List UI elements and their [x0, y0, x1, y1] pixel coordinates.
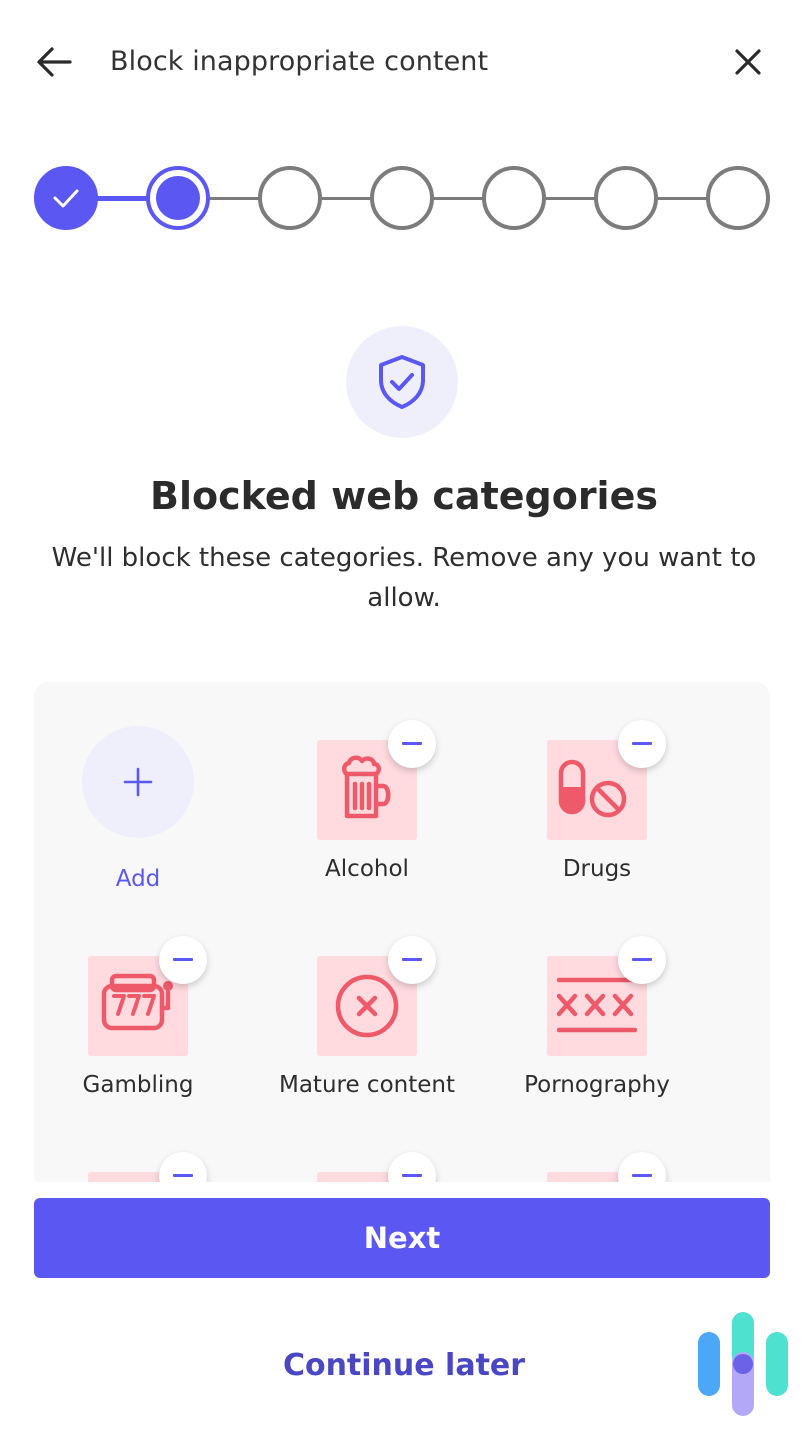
plus-icon: [123, 767, 153, 797]
step-connector: [318, 197, 374, 200]
pill-prohibited-icon: [558, 759, 627, 818]
step-6: [594, 166, 658, 230]
section-title: Blocked web categories: [150, 474, 658, 518]
add-category-label[interactable]: Add: [88, 866, 188, 892]
category-label-pornography: Pornography: [524, 1072, 670, 1098]
beer-mug-icon: [342, 755, 391, 819]
add-category-button[interactable]: [82, 726, 194, 838]
step-5: [482, 166, 546, 230]
category-grid: Add Alcohol Drugs Gambling Mature conten…: [34, 682, 770, 1182]
progress-stepper: [34, 166, 770, 230]
page-title: Block inappropriate content: [110, 46, 489, 77]
header-bar: Block inappropriate content: [0, 0, 808, 124]
remove-alcohol-button[interactable]: [388, 720, 436, 768]
step-7: [706, 166, 770, 230]
step-connector: [430, 197, 486, 200]
close-button[interactable]: [726, 40, 770, 84]
category-label-alcohol: Alcohol: [325, 856, 409, 882]
remove-gambling-button[interactable]: [159, 936, 207, 984]
xxx-icon: [557, 977, 637, 1033]
shield-badge: [346, 326, 458, 438]
continue-later-link[interactable]: Continue later: [204, 1342, 604, 1390]
brand-watermark-logo: [698, 1312, 788, 1416]
step-connector: [542, 197, 598, 200]
remove-category-button[interactable]: [159, 1152, 207, 1182]
remove-pornography-button[interactable]: [618, 936, 666, 984]
minus-icon: [402, 958, 422, 961]
remove-category-button[interactable]: [618, 1152, 666, 1182]
step-connector: [206, 197, 262, 200]
minus-icon: [173, 1174, 193, 1177]
step-connector: [654, 197, 710, 200]
back-button[interactable]: [30, 40, 82, 84]
category-label-mature-content: Mature content: [278, 1072, 455, 1098]
step-1-completed: [34, 166, 98, 230]
checkmark-icon: [53, 189, 79, 208]
arrow-left-icon: [37, 47, 72, 77]
remove-category-button[interactable]: [388, 1152, 436, 1182]
minus-icon: [173, 958, 193, 961]
minus-icon: [402, 742, 422, 745]
minus-icon: [402, 1174, 422, 1177]
shield-check-icon: [379, 355, 425, 409]
step-3: [258, 166, 322, 230]
step-2-current: [146, 166, 210, 230]
category-label-drugs: Drugs: [562, 856, 632, 882]
section-subtitle: We'll block these categories. Remove any…: [51, 543, 757, 613]
minus-icon: [632, 1174, 652, 1177]
slot-machine-icon: [101, 973, 173, 1031]
step-4: [370, 166, 434, 230]
minus-icon: [632, 742, 652, 745]
minus-icon: [632, 958, 652, 961]
next-button[interactable]: Next: [34, 1198, 770, 1278]
close-icon: [735, 49, 761, 75]
category-label-gambling: Gambling: [82, 1072, 194, 1098]
step-connector: [94, 196, 150, 201]
circle-x-icon: [335, 974, 399, 1038]
remove-drugs-button[interactable]: [618, 720, 666, 768]
remove-mature-content-button[interactable]: [388, 936, 436, 984]
